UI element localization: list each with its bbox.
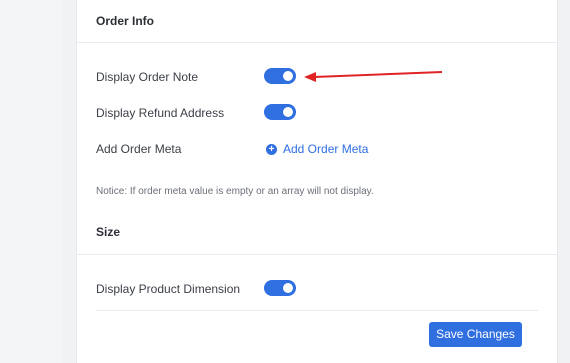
divider <box>77 254 557 255</box>
display-refund-address-toggle[interactable] <box>264 104 296 120</box>
add-order-meta-link[interactable]: + Add Order Meta <box>266 142 368 156</box>
display-refund-address-label: Display Refund Address <box>96 106 225 120</box>
display-product-dimension-toggle[interactable] <box>264 280 296 296</box>
toggle-knob <box>283 283 293 293</box>
divider <box>77 42 557 43</box>
settings-panel: Order Info Display Order Note Display Re… <box>76 0 558 363</box>
save-changes-button[interactable]: Save Changes <box>429 322 522 347</box>
divider <box>96 310 538 311</box>
display-product-dimension-label: Display Product Dimension <box>96 282 241 296</box>
size-title: Size <box>96 225 121 239</box>
order-meta-notice: Notice: If order meta value is empty or … <box>96 186 374 197</box>
plus-circle-icon: + <box>266 143 277 155</box>
order-info-title: Order Info <box>96 14 155 28</box>
toggle-knob <box>283 107 293 117</box>
settings-card: Order Info Display Order Note Display Re… <box>62 0 570 363</box>
add-order-meta-label: Add Order Meta <box>96 142 182 156</box>
display-order-note-label: Display Order Note <box>96 70 199 84</box>
display-order-note-toggle[interactable] <box>264 68 296 84</box>
add-order-meta-link-text: Add Order Meta <box>283 142 369 156</box>
toggle-knob <box>283 71 293 81</box>
